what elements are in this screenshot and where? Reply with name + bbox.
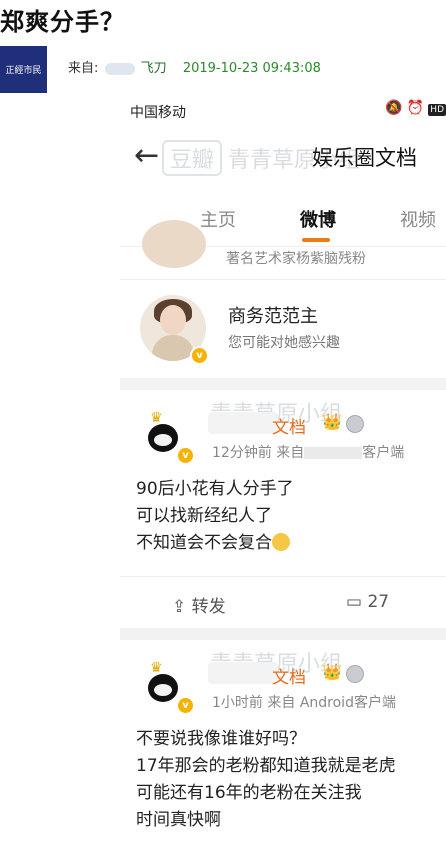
- post-time: 1小时前: [212, 695, 263, 711]
- post-line: 可以找新经纪人了: [136, 506, 272, 526]
- source-prefix: 来自: [276, 445, 305, 461]
- post-line: 时间真快啊: [136, 810, 221, 830]
- blurred-name: [208, 662, 278, 684]
- recommend-card[interactable]: v 商务范范主 您可能对她感兴趣: [120, 279, 446, 378]
- fan-badge-icon: 👑: [322, 662, 342, 681]
- post-meta: 1小时前 来自 Android客户端: [212, 692, 396, 712]
- repost-icon: ⇪: [172, 597, 187, 617]
- verified-icon: v: [176, 696, 195, 715]
- medal-icon: [346, 665, 364, 683]
- page-title: 娱乐圈文档: [312, 146, 417, 170]
- source-suffix: 客户端: [362, 445, 405, 461]
- post-author-name[interactable]: 文档: [272, 413, 306, 438]
- blurred-name: [208, 412, 278, 434]
- from-label: 来自:: [68, 61, 99, 76]
- divider: [120, 378, 446, 390]
- status-icons: 🔕 ⏰ HD: [381, 100, 446, 116]
- post-author-name[interactable]: 文档: [272, 663, 306, 688]
- avatar: [142, 220, 206, 268]
- post-time: 12分钟前: [212, 445, 272, 461]
- post-body: 90后小花有人分手了 可以找新经纪人了 不知道会不会复合: [136, 476, 294, 557]
- alarm-icon: ⏰: [406, 100, 425, 116]
- phone-screenshot: 中国移动 🔕 ⏰ HD ← 豆瓣 青青草原小组 娱乐圈文档 主页 微博 视频 著名艺术…: [120, 94, 446, 858]
- tab-home[interactable]: 主页: [200, 206, 236, 232]
- weibo-post[interactable]: 青青草原小组 ♛ v 文档 👑 1小时前 来自 Android客户端 不要说我像…: [120, 640, 446, 858]
- post-body: 不要说我像谁谁好吗？ 17年那会的老粉都知道我就是老虎 可能还有16年的老粉在关…: [136, 726, 396, 834]
- avatar[interactable]: 正經市民: [0, 46, 47, 93]
- post-line: 可能还有16年的老粉在关注我: [136, 783, 362, 803]
- avatar-text: 正經市民: [5, 66, 42, 76]
- post-meta: 12分钟前 来自 客户端: [212, 442, 404, 462]
- post-actions: ⇪ 转发 ▭ 27: [120, 576, 446, 629]
- smile-emoji-icon: [272, 533, 290, 551]
- back-arrow-icon[interactable]: ←: [134, 138, 159, 173]
- post-line: 90后小花有人分手了: [136, 479, 294, 499]
- recommend-subtitle: 您可能对她感兴趣: [228, 335, 340, 351]
- watermark-box: 豆瓣: [162, 140, 223, 176]
- tab-video[interactable]: 视频: [400, 206, 436, 232]
- recommend-name: 商务范范主: [228, 306, 318, 327]
- previous-recommend-row[interactable]: 著名艺术家杨紫脑残粉: [120, 220, 446, 274]
- blurred-source: [304, 447, 363, 459]
- author-link[interactable]: 飞刀: [141, 61, 167, 76]
- recommend-subtitle: 著名艺术家杨紫脑残粉: [226, 251, 366, 267]
- carrier-label: 中国移动: [130, 105, 186, 121]
- repost-button[interactable]: ⇪ 转发: [172, 592, 226, 617]
- fan-badge-icon: 👑: [322, 412, 342, 431]
- mute-icon: 🔕: [385, 100, 403, 116]
- post-source: 来自 Android客户端: [267, 695, 396, 711]
- verified-icon: v: [190, 346, 209, 365]
- tab-active-indicator: [302, 238, 330, 242]
- comment-icon: ▭: [346, 592, 363, 612]
- nav-bar: ← 豆瓣 青青草原小组 娱乐圈文档: [120, 128, 446, 184]
- verified-icon: v: [176, 446, 195, 465]
- divider: [120, 628, 446, 640]
- comment-button[interactable]: ▭ 27: [346, 592, 389, 612]
- post-meta: 来自: 飞刀 2019-10-23 09:43:08: [68, 57, 321, 76]
- blurred-name: [104, 62, 135, 75]
- post-line: 不知道会不会复合: [136, 533, 272, 553]
- post-line: 不要说我像谁谁好吗？: [136, 729, 306, 749]
- post-title: 郑爽分手？: [0, 8, 125, 36]
- weibo-post[interactable]: 青青草原小组 ♛ v 文档 👑 12分钟前 来自客户端 90后小花有人分手了 可…: [120, 390, 446, 628]
- medal-icon: [346, 415, 364, 433]
- post-line: 17年那会的老粉都知道我就是老虎: [136, 756, 396, 776]
- tab-weibo[interactable]: 微博: [300, 206, 336, 232]
- post-date: 2019-10-23 09:43:08: [182, 61, 321, 76]
- status-bar: 中国移动 🔕 ⏰ HD: [120, 94, 446, 128]
- hd-icon: HD: [428, 104, 446, 116]
